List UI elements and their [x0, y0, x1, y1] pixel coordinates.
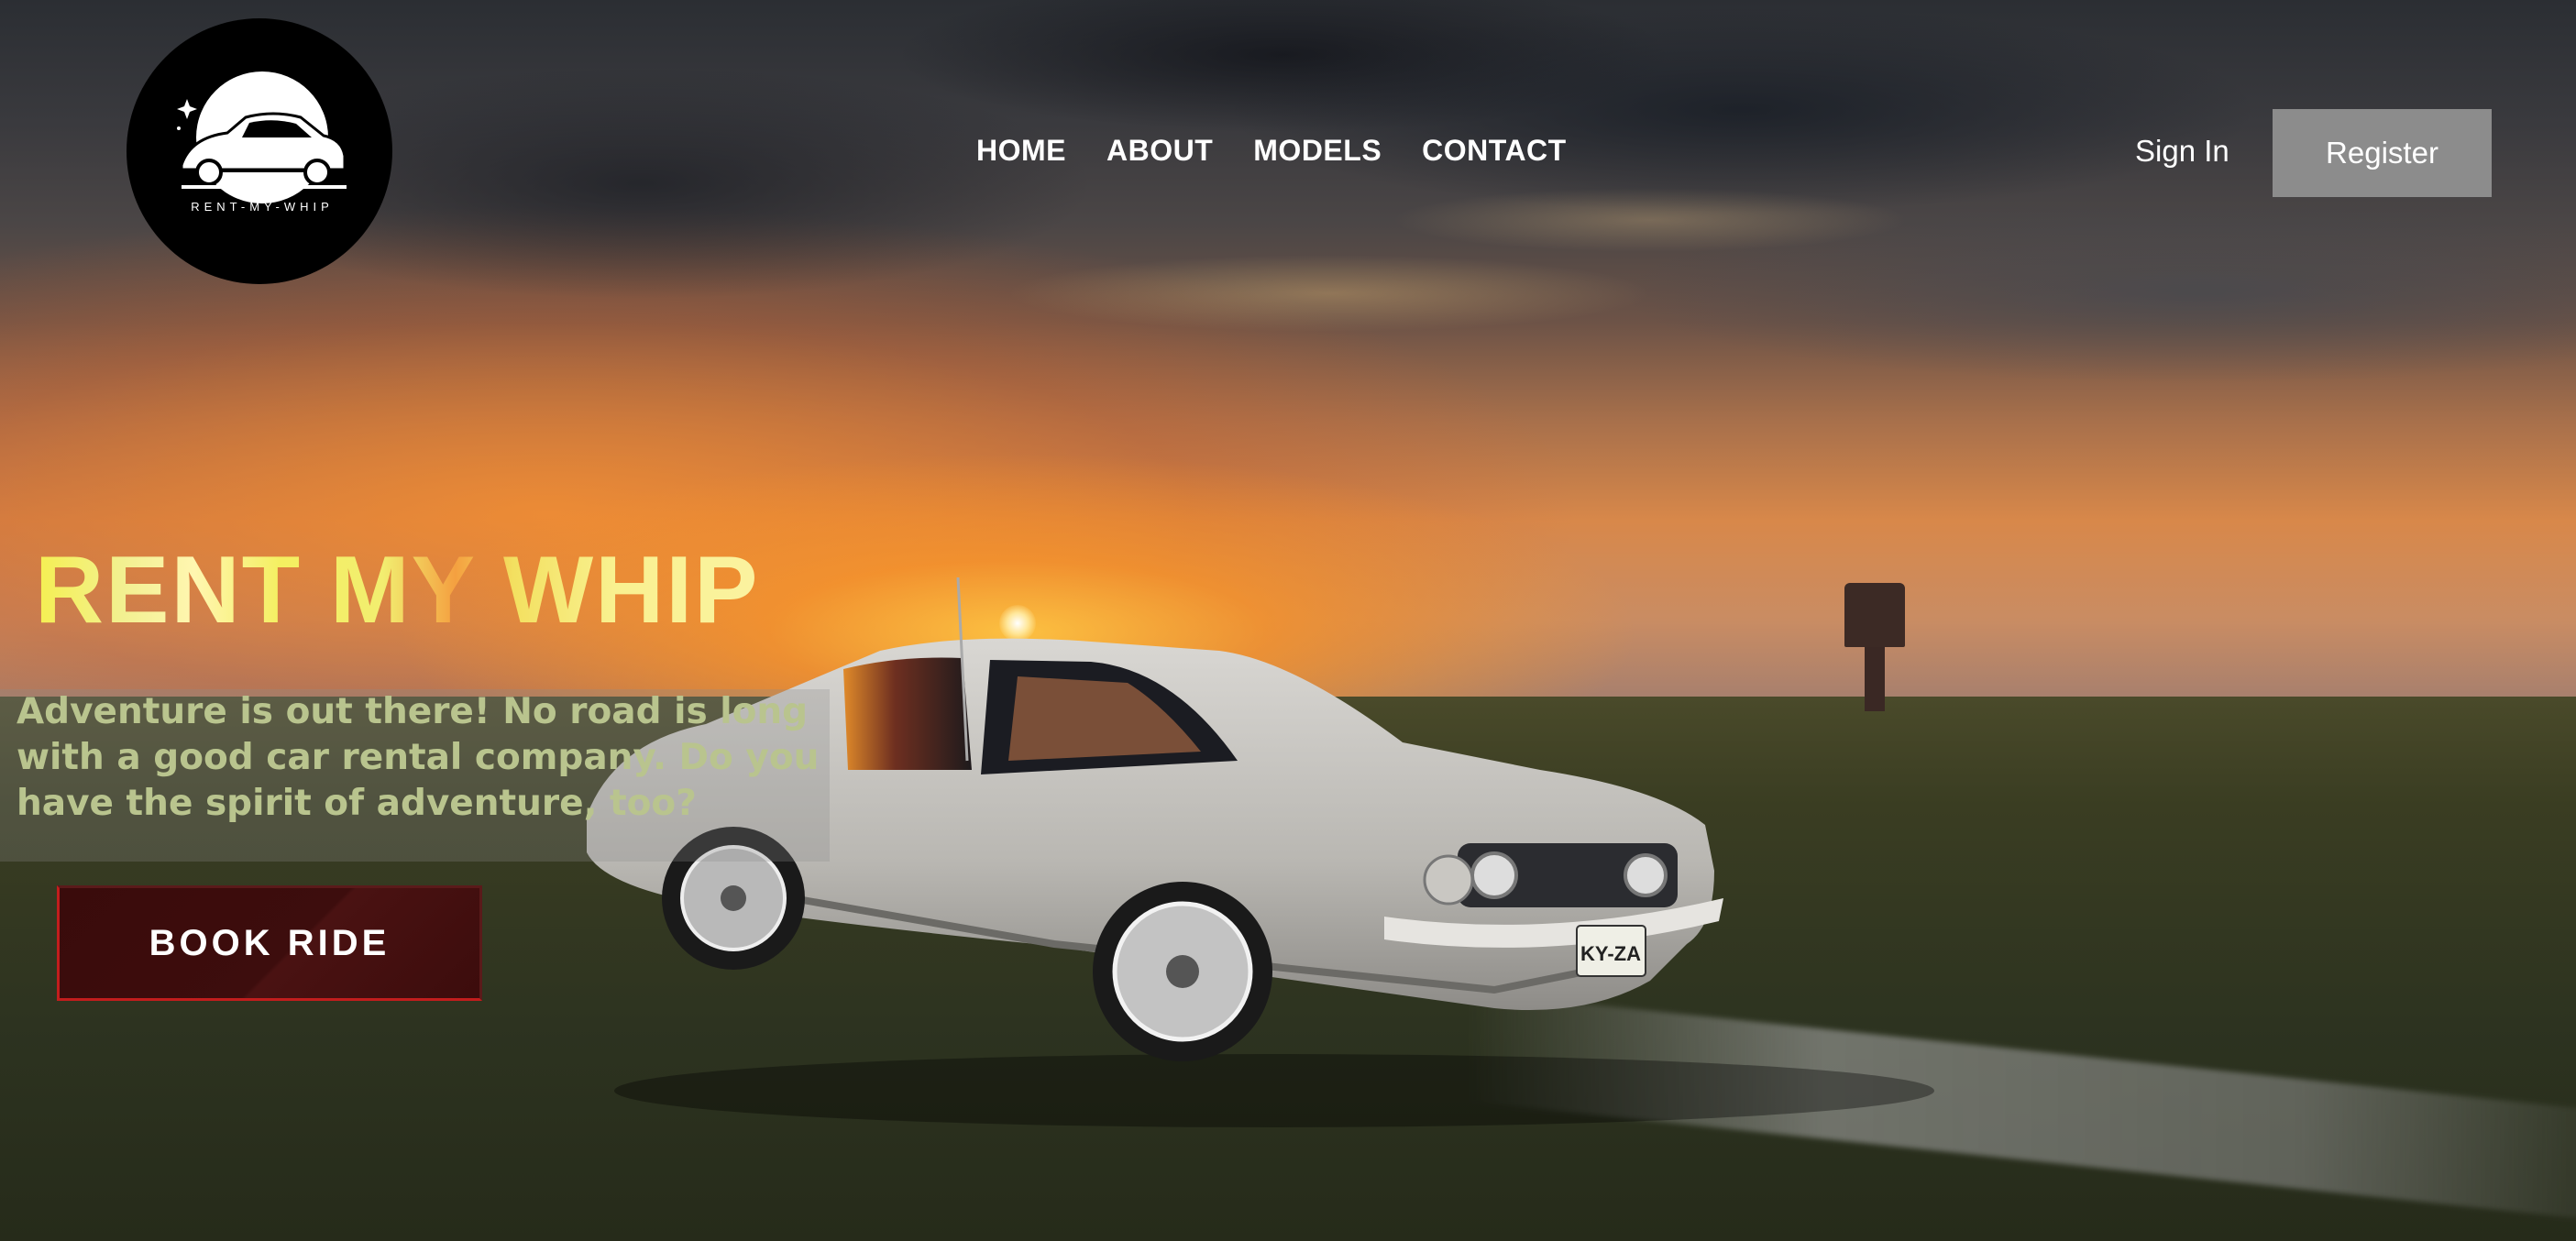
nav-about[interactable]: ABOUT — [1106, 134, 1213, 168]
logo-wordmark: RENT-MY-WHIP — [191, 200, 334, 214]
tagline-line: with a good car rental company. Do you — [17, 737, 820, 778]
hero-tagline: Adventure is out there! No road is long … — [17, 689, 832, 827]
logo-car-icon: RENT-MY-WHIP — [172, 71, 352, 214]
book-ride-button[interactable]: BOOK RIDE — [57, 885, 482, 1001]
hero-title: RENT MY WHIP — [35, 537, 760, 643]
nav-models[interactable]: MODELS — [1253, 134, 1382, 168]
nav-home[interactable]: HOME — [976, 134, 1066, 168]
brand-logo[interactable]: RENT-MY-WHIP — [127, 18, 392, 284]
main-nav: HOME ABOUT MODELS CONTACT — [976, 134, 1567, 168]
sign-in-link[interactable]: Sign In — [2135, 134, 2229, 169]
register-button[interactable]: Register — [2273, 109, 2492, 197]
tagline-line: have the spirit of adventure, too? — [17, 783, 697, 824]
nav-contact[interactable]: CONTACT — [1422, 134, 1567, 168]
license-plate: KY-ZA — [1580, 942, 1641, 965]
tagline-line: Adventure is out there! No road is long — [17, 691, 809, 732]
